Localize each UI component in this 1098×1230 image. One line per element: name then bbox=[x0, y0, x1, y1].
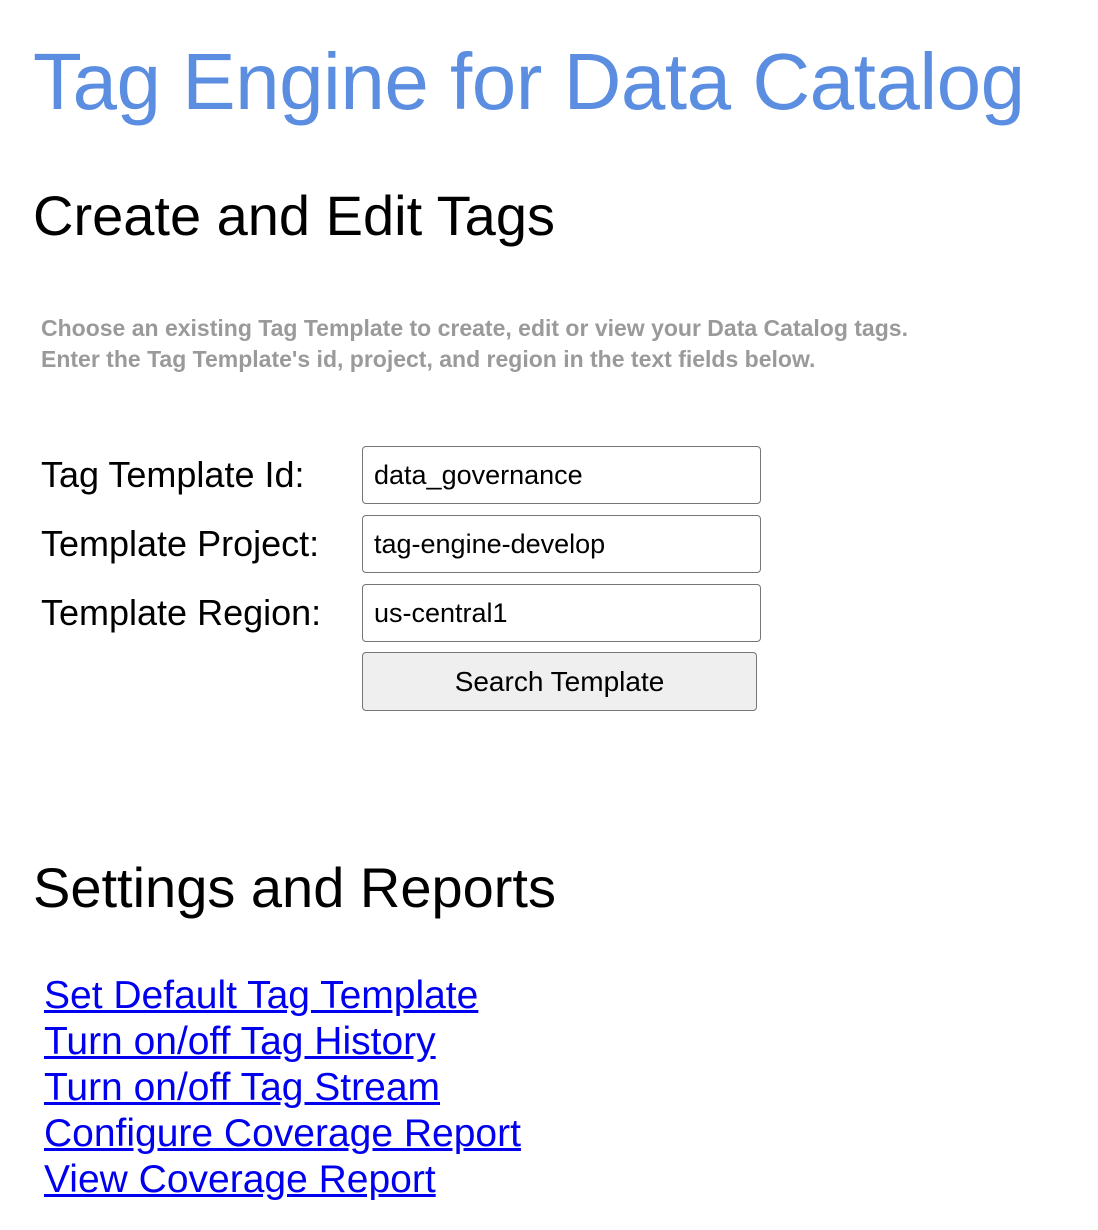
tag-history-toggle-link[interactable]: Turn on/off Tag History bbox=[44, 1020, 436, 1063]
list-item: Set Default Tag Template bbox=[44, 973, 521, 1019]
list-item: Turn on/off Tag History bbox=[44, 1019, 521, 1065]
template-region-row: Template Region: bbox=[41, 584, 761, 642]
template-project-input[interactable] bbox=[362, 515, 761, 573]
template-project-label: Template Project: bbox=[41, 523, 320, 564]
app-title: Tag Engine for Data Catalog bbox=[33, 37, 1025, 126]
tag-stream-toggle-link[interactable]: Turn on/off Tag Stream bbox=[44, 1066, 440, 1109]
instructions-line-2: Enter the Tag Template's id, project, an… bbox=[41, 346, 816, 372]
create-edit-tags-heading: Create and Edit Tags bbox=[33, 184, 555, 247]
list-item: Configure Coverage Report bbox=[44, 1111, 521, 1157]
template-id-row: Tag Template Id: bbox=[41, 446, 761, 504]
template-project-row: Template Project: bbox=[41, 515, 761, 573]
configure-coverage-report-link[interactable]: Configure Coverage Report bbox=[44, 1112, 521, 1155]
view-coverage-report-link[interactable]: View Coverage Report bbox=[44, 1158, 436, 1201]
template-region-input[interactable] bbox=[362, 584, 761, 642]
instructions-text: Choose an existing Tag Template to creat… bbox=[41, 313, 1081, 375]
instructions-line-1: Choose an existing Tag Template to creat… bbox=[41, 315, 908, 341]
template-id-label: Tag Template Id: bbox=[41, 454, 305, 495]
search-template-button[interactable]: Search Template bbox=[362, 652, 757, 711]
template-region-label: Template Region: bbox=[41, 592, 322, 633]
settings-reports-heading: Settings and Reports bbox=[33, 856, 556, 919]
settings-links-list: Set Default Tag Template Turn on/off Tag… bbox=[44, 973, 521, 1203]
list-item: Turn on/off Tag Stream bbox=[44, 1065, 521, 1111]
set-default-tag-template-link[interactable]: Set Default Tag Template bbox=[44, 974, 478, 1017]
template-id-input[interactable] bbox=[362, 446, 761, 504]
list-item: View Coverage Report bbox=[44, 1157, 521, 1203]
